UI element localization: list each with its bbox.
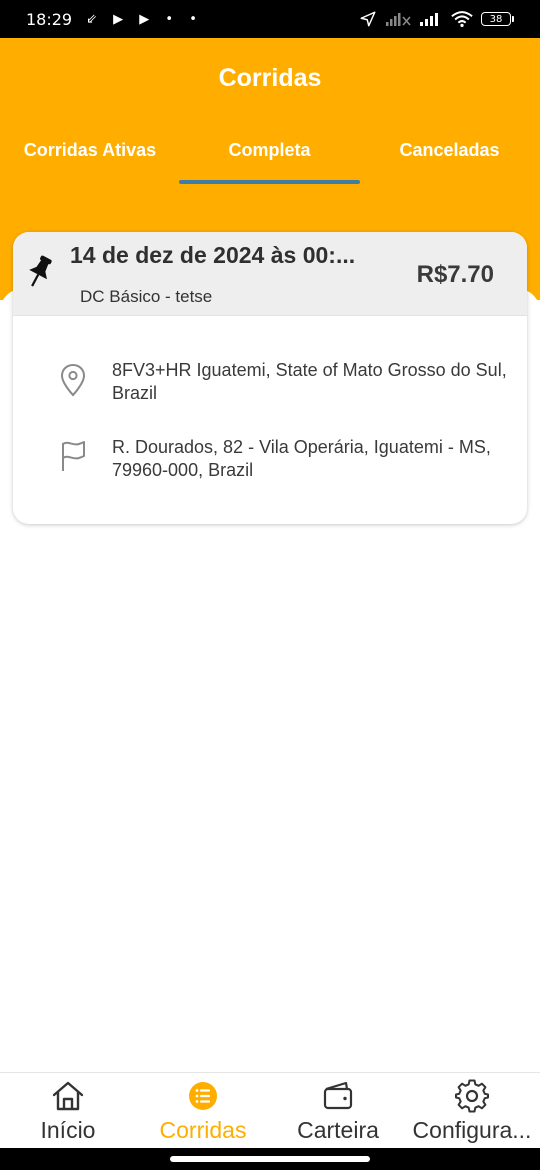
ride-card-header: 14 de dez de 2024 às 00:... DC Básico - … xyxy=(13,232,527,316)
notification-icons: ⇙ ▶ ▶ • • xyxy=(86,11,203,27)
gesture-area xyxy=(0,1148,540,1170)
battery-level: 38 xyxy=(481,12,511,26)
flag-icon xyxy=(62,441,85,471)
nav-label-configuracoes: Configura... xyxy=(412,1117,532,1143)
bottom-nav: Início Corridas Carteira Configura... xyxy=(0,1072,540,1148)
gear-icon xyxy=(455,1079,489,1113)
nav-item-configuracoes[interactable]: Configura... xyxy=(410,1073,534,1149)
page-title: Corridas xyxy=(218,64,322,92)
list-icon xyxy=(189,1082,217,1110)
status-time: 18:29 xyxy=(26,9,73,29)
status-left: 18:29 ⇙ ▶ ▶ • • xyxy=(26,10,203,29)
ride-service: DC Básico - tetse xyxy=(80,287,213,306)
nav-item-inicio[interactable]: Início xyxy=(18,1073,118,1149)
ride-price: R$7.70 xyxy=(416,261,494,288)
active-tab-indicator xyxy=(179,180,360,184)
screen: 18:29 ⇙ ▶ ▶ • • 38 Corridas Corridas Ati… xyxy=(0,0,540,1170)
home-icon xyxy=(52,1081,84,1111)
dropoff-address: R. Dourados, 82 - Vila Operária, Iguatem… xyxy=(112,437,491,480)
pushpin-icon xyxy=(29,255,52,287)
signal-off-icon xyxy=(386,13,411,26)
nav-label-inicio: Início xyxy=(40,1117,96,1143)
ride-date: 14 de dez de 2024 às 00:... xyxy=(70,242,356,268)
status-bar: 18:29 ⇙ ▶ ▶ • • 38 xyxy=(0,0,540,38)
signal-icon xyxy=(420,13,438,26)
location-pin-icon xyxy=(60,363,86,397)
location-arrow-icon xyxy=(360,11,376,27)
battery-icon: 38 xyxy=(481,12,514,26)
pickup-address: 8FV3+HR Iguatemi, State of Mato Grosso d… xyxy=(112,360,507,403)
nav-label-carteira: Carteira xyxy=(297,1117,379,1143)
wallet-icon xyxy=(323,1081,353,1110)
tab-completa[interactable]: Completa xyxy=(179,140,360,161)
home-gesture-bar[interactable] xyxy=(170,1156,370,1162)
status-right: 38 xyxy=(359,10,514,28)
nav-item-carteira[interactable]: Carteira xyxy=(283,1073,393,1149)
wifi-icon xyxy=(451,11,473,28)
nav-label-corridas: Corridas xyxy=(159,1117,247,1143)
nav-item-corridas[interactable]: Corridas xyxy=(148,1073,258,1149)
tab-canceladas[interactable]: Canceladas xyxy=(378,140,521,161)
ride-card[interactable]: 14 de dez de 2024 às 00:... DC Básico - … xyxy=(13,232,527,524)
tab-corridas-ativas[interactable]: Corridas Ativas xyxy=(12,140,168,161)
